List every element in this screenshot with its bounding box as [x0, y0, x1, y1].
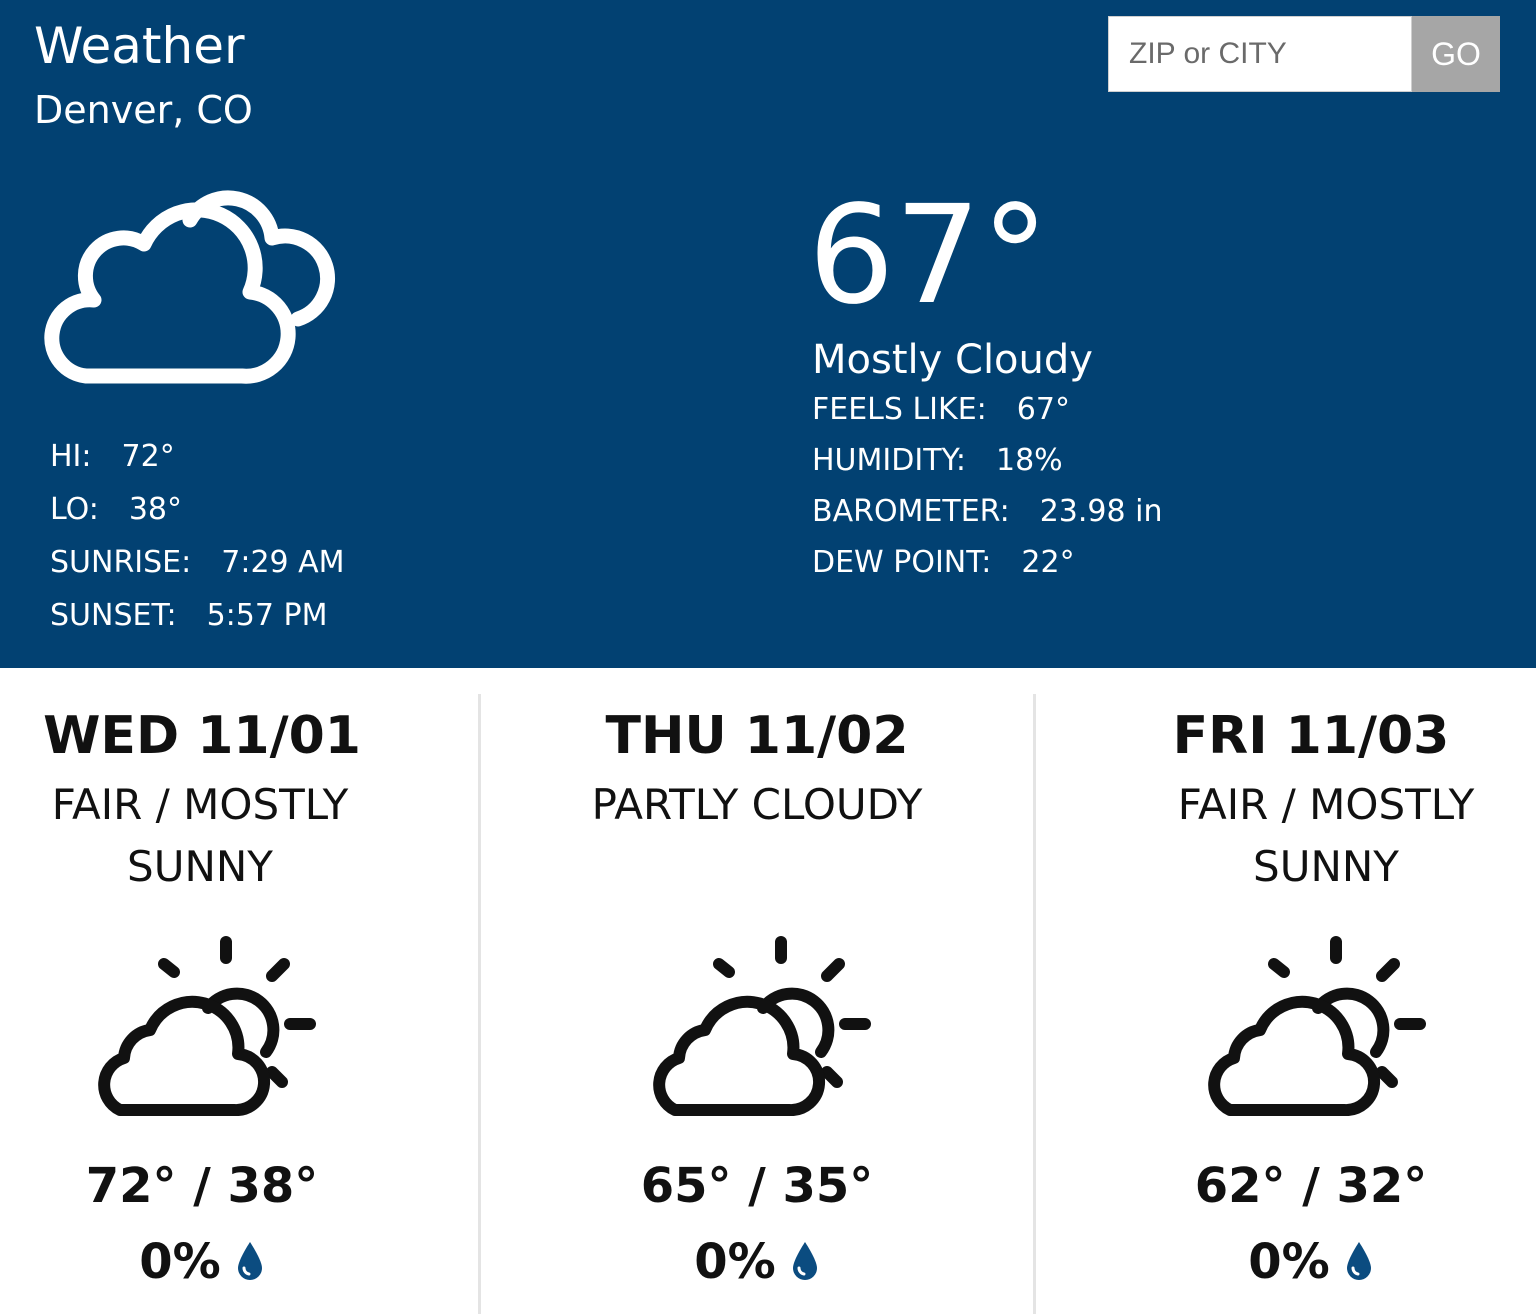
stat-value: 7:29 AM: [221, 545, 345, 580]
forecast-day-thu: THU 11/02 PARTLY CLOUDY 65° / 35° 0%: [481, 668, 1033, 1314]
sunrise-row: SUNRISE: 7:29 AM: [50, 536, 345, 589]
stat-value: 22°: [1021, 545, 1075, 580]
three-day-forecast: WED 11/01 FAIR / MOSTLY SUNNY 72° / 38° …: [0, 668, 1536, 1314]
stat-value: 5:57 PM: [206, 598, 328, 633]
forecast-day-wed: WED 11/01 FAIR / MOSTLY SUNNY 72° / 38° …: [0, 668, 480, 1314]
forecast-hi-lo: 72° / 38°: [85, 1158, 319, 1214]
raindrop-icon: [237, 1242, 262, 1280]
zip-city-input[interactable]: [1108, 16, 1412, 92]
stat-label: LO:: [50, 492, 99, 527]
stat-value: 67°: [1016, 392, 1070, 427]
forecast-precip: 0%: [1036, 1230, 1536, 1294]
precip-chance: 0%: [1248, 1234, 1330, 1290]
forecast-condition: PARTLY CLOUDY: [591, 780, 923, 829]
forecast-day-label: FRI 11/03: [1172, 706, 1450, 766]
detail-stats: FEELS LIKE: 67° HUMIDITY: 18% BAROMETER: 23…: [812, 384, 1163, 588]
forecast-hi-lo: 65° / 35°: [640, 1158, 874, 1214]
lo-row: LO: 38°: [50, 483, 345, 536]
forecast-hi-lo: 62° / 32°: [1194, 1158, 1428, 1214]
precip-chance: 0%: [139, 1234, 221, 1290]
hi-row: HI: 72°: [50, 430, 345, 483]
stat-label: HUMIDITY:: [812, 443, 966, 478]
current-condition: Mostly Cloudy: [812, 337, 1093, 383]
forecast-precip: 0%: [0, 1230, 480, 1294]
hi-lo-sun-stats: HI: 72° LO: 38° SUNRISE: 7:29 AM SUNSET: 5:5…: [50, 430, 345, 642]
partly-sunny-icon: [98, 936, 316, 1116]
location-search-form: GO: [1108, 16, 1500, 92]
humidity-row: HUMIDITY: 18%: [812, 435, 1163, 486]
forecast-day-label: THU 11/02: [605, 706, 909, 766]
forecast-condition: FAIR / MOSTLY SUNNY: [1177, 780, 1475, 891]
stat-value: 18%: [995, 443, 1063, 478]
stat-value: 72°: [121, 439, 175, 474]
current-temperature: 67°: [808, 177, 1050, 335]
barometer-row: BAROMETER: 23.98 in: [812, 486, 1163, 537]
stat-value: 38°: [128, 492, 183, 527]
feels-like-row: FEELS LIKE: 67°: [812, 384, 1163, 435]
stat-label: BAROMETER:: [812, 494, 1010, 529]
partly-sunny-icon: [1208, 936, 1426, 1116]
forecast-condition: FAIR / MOSTLY SUNNY: [51, 780, 349, 891]
raindrop-icon: [792, 1242, 817, 1280]
dew-point-row: DEW POINT: 22°: [812, 537, 1163, 588]
go-button[interactable]: GO: [1412, 16, 1500, 92]
location-name: Denver, CO: [34, 88, 253, 132]
stat-label: DEW POINT:: [812, 545, 992, 580]
stat-label: SUNSET:: [50, 598, 177, 633]
app-title: Weather: [34, 17, 245, 75]
sunset-row: SUNSET: 5:57 PM: [50, 589, 345, 642]
stat-label: SUNRISE:: [50, 545, 192, 580]
partly-sunny-icon: [653, 936, 871, 1116]
stat-value: 23.98 in: [1039, 494, 1163, 529]
forecast-day-fri: FRI 11/03 FAIR / MOSTLY SUNNY 62° / 32° …: [1036, 668, 1536, 1314]
stat-label: HI:: [50, 439, 92, 474]
raindrop-icon: [1346, 1242, 1371, 1280]
forecast-precip: 0%: [481, 1230, 1033, 1294]
current-conditions-panel: Weather Denver, CO GO HI: 72° LO: 38° SUNR…: [0, 0, 1536, 668]
mostly-cloudy-icon: [44, 190, 336, 384]
forecast-day-label: WED 11/01: [43, 706, 361, 766]
stat-label: FEELS LIKE:: [812, 392, 987, 427]
precip-chance: 0%: [694, 1234, 776, 1290]
